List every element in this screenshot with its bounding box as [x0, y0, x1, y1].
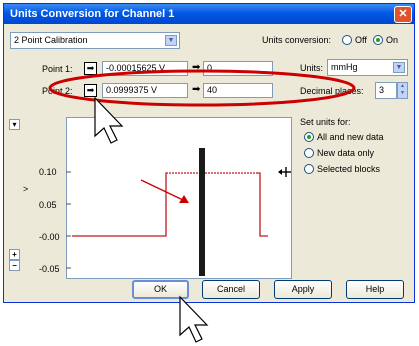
- mouse-pointer-icon: [179, 295, 209, 343]
- mouse-pointer-icon: [94, 96, 124, 144]
- highlight-overlay: [48, 69, 356, 343]
